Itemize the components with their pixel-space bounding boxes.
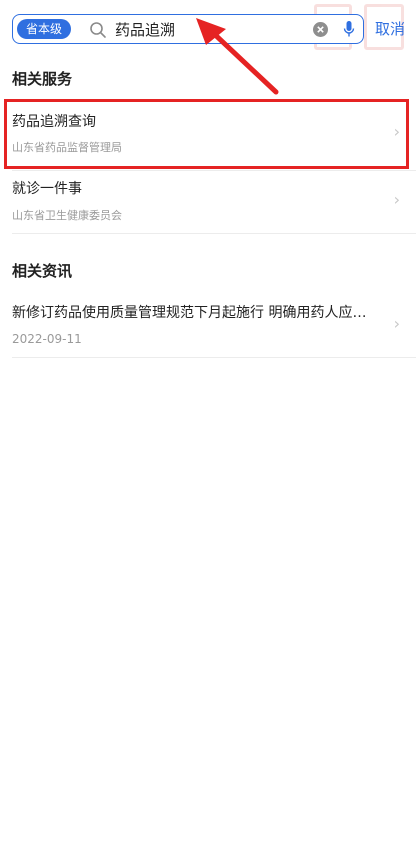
chevron-right-icon: › (393, 314, 400, 333)
search-icon (89, 21, 107, 39)
service-item-title: 就诊一件事 (12, 181, 82, 197)
news-item[interactable]: 新修订药品使用质量管理规范下月起施行 明确用药人应… 2022-09-11 › (0, 292, 416, 358)
services-section-title: 相关服务 (12, 70, 73, 88)
scope-badge[interactable]: 省本级 (17, 19, 72, 39)
mic-icon[interactable] (343, 20, 355, 38)
service-item-medical-visit[interactable]: 就诊一件事 山东省卫生健康委员会 › (0, 172, 416, 234)
cancel-button[interactable]: 取消 (375, 18, 405, 40)
news-item-date: 2022-09-11 (12, 332, 82, 346)
divider (12, 233, 416, 234)
search-bar[interactable]: 省本级 药品追溯 (12, 14, 364, 44)
divider (12, 357, 416, 358)
annotation-highlight-box (4, 99, 409, 169)
service-item-subtitle: 山东省卫生健康委员会 (12, 209, 122, 222)
news-item-title: 新修订药品使用质量管理规范下月起施行 明确用药人应… (12, 305, 367, 321)
chevron-right-icon: › (393, 190, 400, 209)
divider (12, 170, 416, 171)
clear-icon[interactable] (313, 22, 328, 37)
news-section-title: 相关资讯 (12, 262, 73, 280)
search-input[interactable]: 药品追溯 (115, 20, 175, 40)
